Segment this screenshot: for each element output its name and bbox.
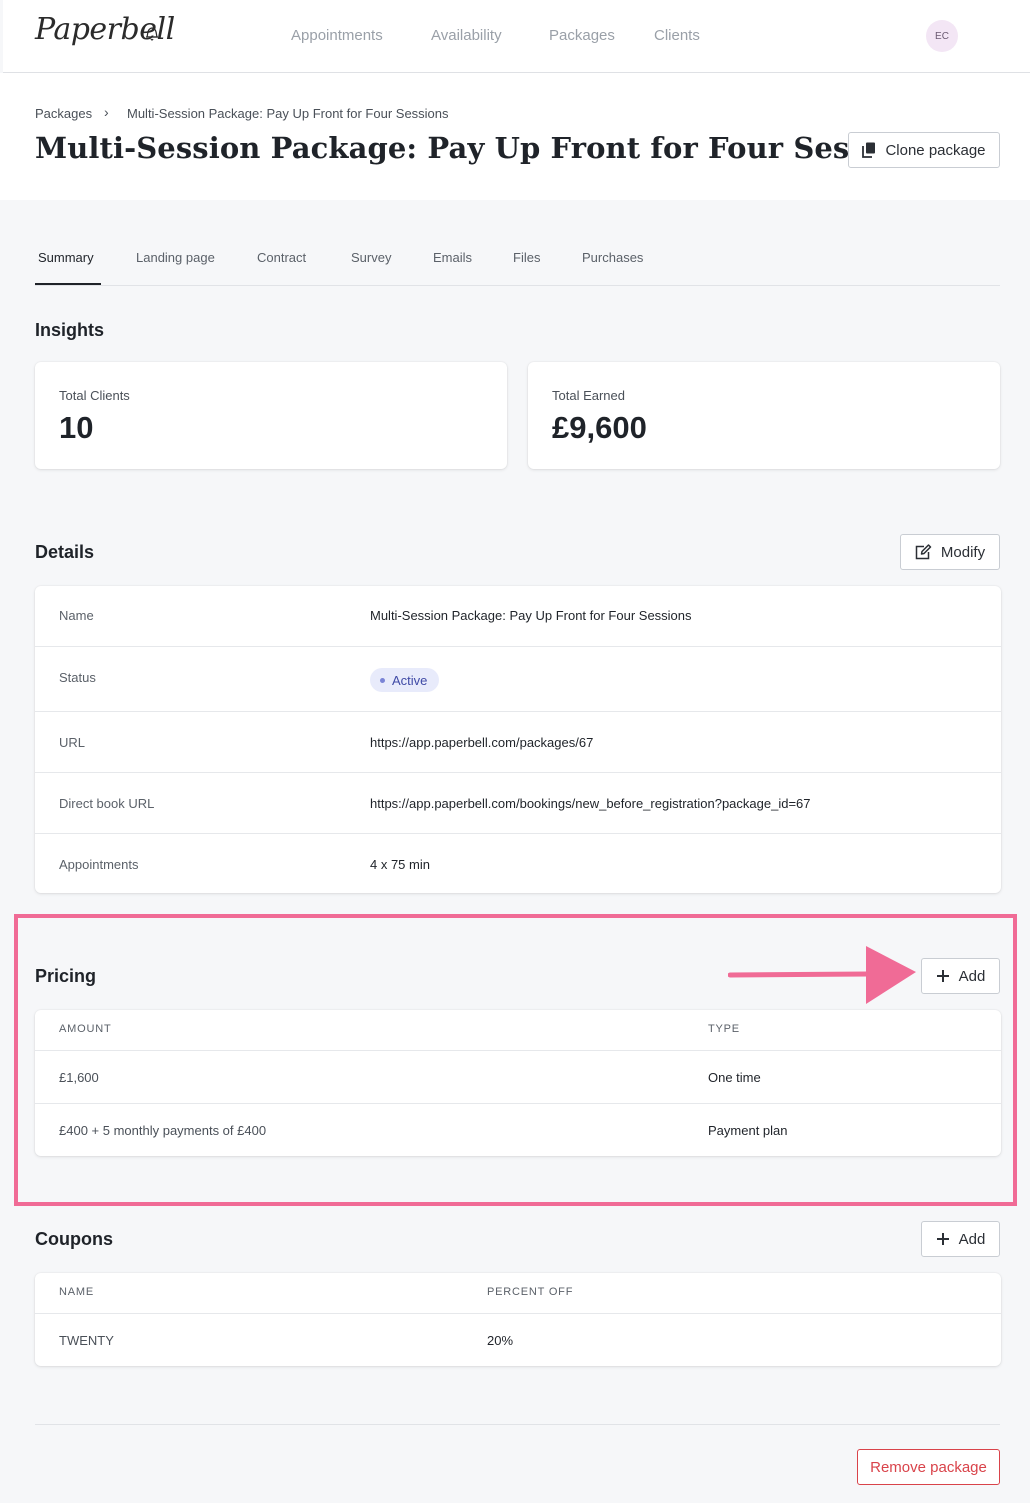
top-navbar: Paperbell Appointments Availability Pack… [3,0,1030,73]
bell-icon [146,27,158,41]
tabs-divider [35,285,1000,286]
details-label: Direct book URL [59,796,155,811]
coupon-name: TWENTY [59,1333,114,1348]
nav-packages[interactable]: Packages [549,27,615,44]
clone-package-label: Clone package [885,141,986,159]
tab-files[interactable]: Files [513,250,540,265]
column-header-percent-off: PERCENT OFF [487,1286,574,1298]
total-clients-label: Total Clients [59,388,130,403]
paperbell-logo[interactable]: Paperbell [35,6,175,62]
tab-landing-page[interactable]: Landing page [136,250,215,265]
coupons-title: Coupons [35,1229,113,1249]
details-row-status: Status Active [35,646,1001,711]
add-coupon-label: Add [958,1230,986,1248]
nav-clients[interactable]: Clients [654,27,700,44]
details-title: Details [35,542,95,562]
direct-book-url[interactable]: https://app.paperbell.com/bookings/new_b… [370,796,811,811]
details-row-name: Name Multi-Session Package: Pay Up Front… [35,586,1001,646]
avatar[interactable]: EC [926,20,958,52]
nav-availability[interactable]: Availability [431,27,502,44]
clone-package-button[interactable]: Clone package [848,132,1000,168]
remove-package-button[interactable]: Remove package [857,1449,1000,1485]
nav-appointments[interactable]: Appointments [291,27,383,44]
details-label: Name [59,608,94,623]
details-label: URL [59,735,86,750]
details-row-url: URL https://app.paperbell.com/packages/6… [35,711,1001,772]
active-tab-indicator [35,283,101,285]
copy-icon [862,142,876,158]
page-title: Multi-Session Package: Pay Up Front for … [35,131,934,165]
breadcrumb-packages[interactable]: Packages [35,106,92,121]
breadcrumb-current: Multi-Session Package: Pay Up Front for … [127,106,449,121]
total-clients-value: 10 [59,410,94,445]
arrow-right-icon [728,946,916,1004]
tab-summary[interactable]: Summary [38,250,94,265]
tab-survey[interactable]: Survey [351,250,391,265]
tab-contract[interactable]: Contract [257,250,306,265]
total-clients-card: Total Clients 10 [35,362,507,469]
details-value: 4 x 75 min [370,857,430,872]
details-card: Name Multi-Session Package: Pay Up Front… [35,586,1001,893]
details-label: Status [59,670,96,685]
details-value: Multi-Session Package: Pay Up Front for … [370,608,692,623]
plus-icon [936,1233,949,1245]
footer-divider [35,1424,1000,1425]
status-badge: Active [370,668,440,692]
coupons-table: NAME PERCENT OFF TWENTY 20% [35,1273,1001,1366]
total-earned-value: £9,600 [552,410,647,445]
details-label: Appointments [59,857,139,872]
tab-emails[interactable]: Emails [433,250,472,265]
chevron-right-icon: › [104,104,109,120]
column-header-name: NAME [59,1286,94,1298]
package-url[interactable]: https://app.paperbell.com/packages/67 [370,735,593,750]
tab-purchases[interactable]: Purchases [582,250,643,265]
add-coupon-button[interactable]: Add [921,1221,1000,1257]
details-row-appointments: Appointments 4 x 75 min [35,833,1001,893]
table-row: TWENTY 20% [35,1313,1001,1366]
table-header-row: NAME PERCENT OFF [35,1273,1001,1313]
details-row-direct-book-url: Direct book URL https://app.paperbell.co… [35,772,1001,833]
modify-button[interactable]: Modify [900,534,1000,570]
total-earned-card: Total Earned £9,600 [528,362,1000,469]
coupon-percent-off: 20% [487,1333,514,1348]
modify-label: Modify [940,543,986,561]
total-earned-label: Total Earned [552,388,625,403]
edit-icon [915,544,932,560]
insights-title: Insights [35,320,105,340]
